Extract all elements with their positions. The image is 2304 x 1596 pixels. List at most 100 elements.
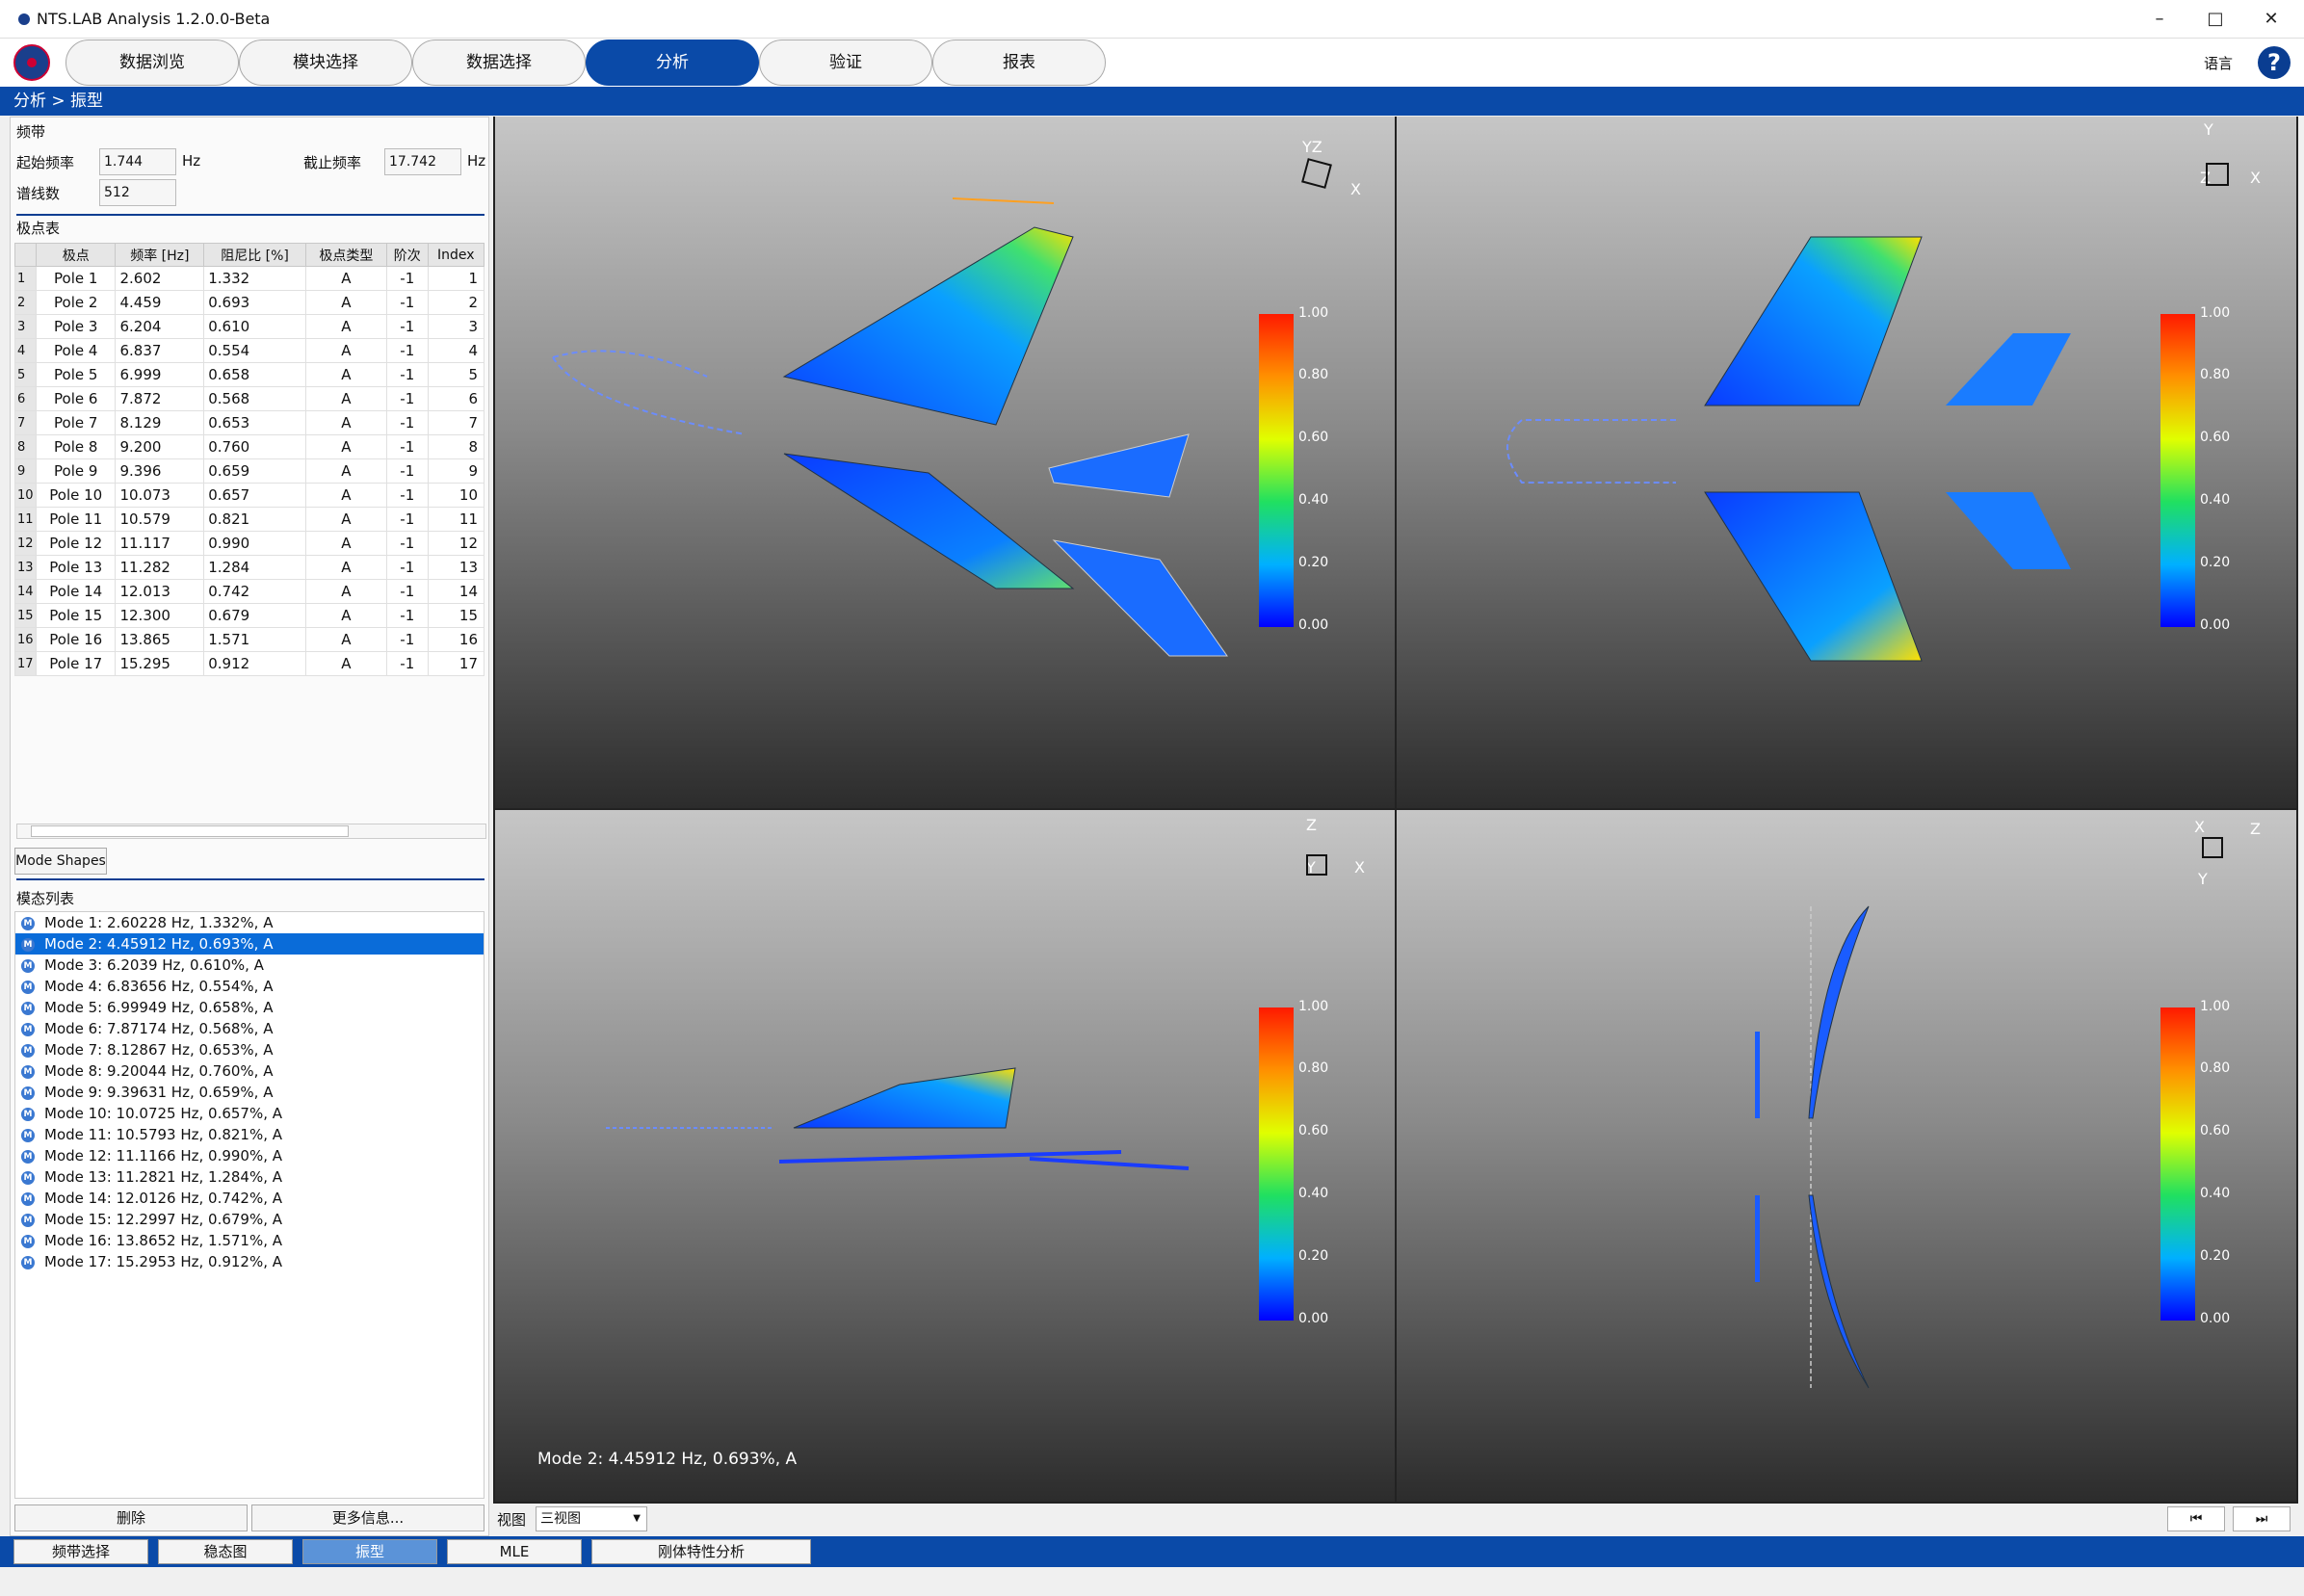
tab-mle[interactable]: MLE bbox=[447, 1539, 582, 1564]
viewport-top[interactable]: 1.00 0.80 0.60 0.40 0.20 0.00 Y X Z bbox=[1397, 117, 2296, 808]
pole-name: Pole 5 bbox=[35, 362, 117, 387]
start-freq-input[interactable]: 1.744 bbox=[99, 148, 176, 175]
tab-module-select[interactable]: 模块选择 bbox=[239, 39, 412, 86]
order-cell: -1 bbox=[385, 362, 429, 387]
list-item[interactable]: M Mode 1: 2.60228 Hz, 1.332%, A bbox=[15, 912, 484, 933]
col-pole[interactable]: 极点 bbox=[35, 243, 117, 267]
list-item[interactable]: M Mode 17: 15.2953 Hz, 0.912%, A bbox=[15, 1251, 484, 1272]
skip-forward-icon[interactable]: ⏭ bbox=[2233, 1506, 2291, 1531]
tab-verify[interactable]: 验证 bbox=[759, 39, 932, 86]
table-row[interactable]: 4 Pole 4 6.837 0.554 A -1 4 bbox=[14, 338, 485, 363]
colorbar-tick: 0.40 bbox=[1298, 1186, 1329, 1201]
axis-label: X bbox=[2250, 169, 2261, 187]
list-item[interactable]: M Mode 16: 13.8652 Hz, 1.571%, A bbox=[15, 1230, 484, 1251]
scrollbar-thumb[interactable] bbox=[31, 825, 349, 837]
tab-rigid-body[interactable]: 刚体特性分析 bbox=[591, 1539, 811, 1564]
col-damping[interactable]: 阻尼比 [%] bbox=[203, 243, 306, 267]
table-row[interactable]: 3 Pole 3 6.204 0.610 A -1 3 bbox=[14, 314, 485, 339]
frequency-cell: 15.295 bbox=[115, 651, 205, 676]
list-item[interactable]: M Mode 13: 11.2821 Hz, 1.284%, A bbox=[15, 1166, 484, 1188]
col-pole-type[interactable]: 极点类型 bbox=[304, 243, 387, 267]
app-icon bbox=[18, 13, 30, 25]
col-frequency[interactable]: 频率 [Hz] bbox=[115, 243, 205, 267]
table-row[interactable]: 1 Pole 1 2.602 1.332 A -1 1 bbox=[14, 266, 485, 291]
table-row[interactable]: 8 Pole 8 9.200 0.760 A -1 8 bbox=[14, 434, 485, 459]
tab-data-browse[interactable]: 数据浏览 bbox=[65, 39, 239, 86]
mode-icon: M bbox=[21, 1235, 35, 1248]
list-item[interactable]: M Mode 10: 10.0725 Hz, 0.657%, A bbox=[15, 1103, 484, 1124]
mode-shapes-button[interactable]: Mode Shapes bbox=[14, 848, 107, 875]
row-number: 11 bbox=[14, 507, 37, 532]
pole-name: Pole 7 bbox=[35, 410, 117, 435]
list-item[interactable]: M Mode 8: 9.20044 Hz, 0.760%, A bbox=[15, 1060, 484, 1082]
mode-list[interactable]: M Mode 1: 2.60228 Hz, 1.332%, A M Mode 2: 4… bbox=[14, 911, 484, 1499]
table-row[interactable]: 5 Pole 5 6.999 0.658 A -1 5 bbox=[14, 362, 485, 387]
table-row[interactable]: 13 Pole 13 11.282 1.284 A -1 13 bbox=[14, 555, 485, 580]
pole-type-cell: A bbox=[304, 555, 387, 580]
pole-type-cell: A bbox=[304, 651, 387, 676]
col-index[interactable]: Index bbox=[427, 243, 485, 267]
colorbar-tick: 0.80 bbox=[1298, 367, 1329, 382]
tab-band-select[interactable]: 频带选择 bbox=[13, 1539, 148, 1564]
tab-report[interactable]: 报表 bbox=[932, 39, 1106, 86]
viewport-grid[interactable]: 1.00 0.80 0.60 0.40 0.20 0.00 YZ X 1.00 … bbox=[493, 117, 2298, 1504]
index-cell: 9 bbox=[427, 458, 485, 484]
table-row[interactable]: 10 Pole 10 10.073 0.657 A -1 10 bbox=[14, 483, 485, 508]
minimize-button[interactable]: – bbox=[2140, 6, 2179, 33]
language-button[interactable]: 语言 bbox=[2204, 53, 2233, 73]
help-icon[interactable]: ? bbox=[2258, 46, 2291, 79]
list-item[interactable]: M Mode 3: 6.2039 Hz, 0.610%, A bbox=[15, 955, 484, 976]
pole-name: Pole 13 bbox=[35, 555, 117, 580]
pole-name: Pole 2 bbox=[35, 290, 117, 315]
left-panel: 频带 起始频率 1.744 Hz 截止频率 17.742 Hz 谱线数 512 … bbox=[10, 117, 489, 1536]
list-item[interactable]: M Mode 2: 4.45912 Hz, 0.693%, A bbox=[15, 933, 484, 955]
lines-input[interactable]: 512 bbox=[99, 179, 176, 206]
list-item[interactable]: M Mode 6: 7.87174 Hz, 0.568%, A bbox=[15, 1018, 484, 1039]
index-cell: 1 bbox=[427, 266, 485, 291]
delete-button[interactable]: 删除 bbox=[14, 1504, 248, 1531]
table-row[interactable]: 12 Pole 12 11.117 0.990 A -1 12 bbox=[14, 531, 485, 556]
list-item[interactable]: M Mode 11: 10.5793 Hz, 0.821%, A bbox=[15, 1124, 484, 1145]
frequency-cell: 4.459 bbox=[115, 290, 205, 315]
table-row[interactable]: 2 Pole 2 4.459 0.693 A -1 2 bbox=[14, 290, 485, 315]
mode-label: Mode 7: 8.12867 Hz, 0.653%, A bbox=[44, 1041, 274, 1059]
table-row[interactable]: 17 Pole 17 15.295 0.912 A -1 17 bbox=[14, 651, 485, 676]
list-item[interactable]: M Mode 4: 6.83656 Hz, 0.554%, A bbox=[15, 976, 484, 997]
table-horizontal-scrollbar[interactable] bbox=[16, 824, 486, 839]
tab-analysis[interactable]: 分析 bbox=[586, 39, 759, 86]
list-item[interactable]: M Mode 14: 12.0126 Hz, 0.742%, A bbox=[15, 1188, 484, 1209]
tab-data-select[interactable]: 数据选择 bbox=[412, 39, 586, 86]
table-row[interactable]: 7 Pole 7 8.129 0.653 A -1 7 bbox=[14, 410, 485, 435]
stop-freq-input[interactable]: 17.742 bbox=[384, 148, 461, 175]
list-item[interactable]: M Mode 9: 9.39631 Hz, 0.659%, A bbox=[15, 1082, 484, 1103]
index-cell: 5 bbox=[427, 362, 485, 387]
list-item[interactable]: M Mode 12: 11.1166 Hz, 0.990%, A bbox=[15, 1145, 484, 1166]
colorbar-tick: 0.60 bbox=[2200, 1123, 2231, 1138]
table-row[interactable]: 16 Pole 16 13.865 1.571 A -1 16 bbox=[14, 627, 485, 652]
viewport-side[interactable]: 1.00 0.80 0.60 0.40 0.20 0.00 X Z Y bbox=[1397, 810, 2296, 1502]
maximize-button[interactable]: □ bbox=[2196, 6, 2235, 33]
list-item[interactable]: M Mode 5: 6.99949 Hz, 0.658%, A bbox=[15, 997, 484, 1018]
frequency-cell: 9.396 bbox=[115, 458, 205, 484]
view-select[interactable]: 三视图 ▼ bbox=[536, 1506, 647, 1531]
table-row[interactable]: 14 Pole 14 12.013 0.742 A -1 14 bbox=[14, 579, 485, 604]
more-info-button[interactable]: 更多信息... bbox=[251, 1504, 484, 1531]
tab-mode-shapes[interactable]: 振型 bbox=[302, 1539, 437, 1564]
order-cell: -1 bbox=[385, 627, 429, 652]
mode-label: Mode 2: 4.45912 Hz, 0.693%, A bbox=[44, 935, 274, 953]
close-button[interactable]: ✕ bbox=[2252, 6, 2291, 33]
row-number: 7 bbox=[14, 410, 37, 435]
viewport-iso[interactable]: 1.00 0.80 0.60 0.40 0.20 0.00 YZ X bbox=[495, 117, 1395, 808]
table-row[interactable]: 15 Pole 15 12.300 0.679 A -1 15 bbox=[14, 603, 485, 628]
table-row[interactable]: 11 Pole 11 10.579 0.821 A -1 11 bbox=[14, 507, 485, 532]
skip-back-icon[interactable]: ⏮ bbox=[2167, 1506, 2225, 1531]
tab-stabilization[interactable]: 稳态图 bbox=[158, 1539, 293, 1564]
row-number: 16 bbox=[14, 627, 37, 652]
viewport-front[interactable]: 1.00 0.80 0.60 0.40 0.20 0.00 Z X Y Mode… bbox=[495, 810, 1395, 1502]
list-item[interactable]: M Mode 7: 8.12867 Hz, 0.653%, A bbox=[15, 1039, 484, 1060]
order-cell: -1 bbox=[385, 483, 429, 508]
col-order[interactable]: 阶次 bbox=[385, 243, 429, 267]
list-item[interactable]: M Mode 15: 12.2997 Hz, 0.679%, A bbox=[15, 1209, 484, 1230]
table-row[interactable]: 6 Pole 6 7.872 0.568 A -1 6 bbox=[14, 386, 485, 411]
table-row[interactable]: 9 Pole 9 9.396 0.659 A -1 9 bbox=[14, 458, 485, 484]
